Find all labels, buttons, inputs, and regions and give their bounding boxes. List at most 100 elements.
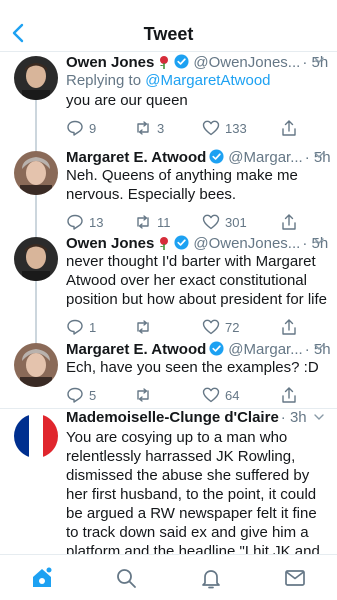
author-handle: @OwenJones... bbox=[193, 54, 301, 71]
tweet-body: Owen Jones @OwenJones... · 5h Replying t… bbox=[66, 52, 331, 138]
tweet-body: Mademoiselle-Clunge d'Claire · 3h You ar… bbox=[66, 409, 331, 554]
chevron-down-icon[interactable] bbox=[313, 54, 325, 66]
like-button[interactable]: 301 bbox=[202, 213, 270, 231]
avatar[interactable] bbox=[14, 343, 58, 387]
thread-connector bbox=[35, 195, 37, 233]
tweet-body: Owen Jones @OwenJones... · 5h never thou… bbox=[66, 233, 331, 337]
tweet[interactable]: Mademoiselle-Clunge d'Claire · 3h You ar… bbox=[0, 409, 337, 554]
page-title: Tweet bbox=[143, 24, 194, 44]
reply-context: Replying to @MargaretAtwood bbox=[66, 71, 331, 90]
bottom-tab-bar bbox=[0, 554, 337, 600]
heart-icon bbox=[202, 387, 220, 403]
like-button[interactable]: 133 bbox=[202, 119, 270, 137]
retweet-button[interactable] bbox=[134, 386, 202, 404]
retweet-icon bbox=[137, 320, 149, 334]
retweet-icon bbox=[137, 121, 149, 135]
tweet-time: · 3h bbox=[280, 409, 307, 426]
tweet-header: Margaret E. Atwood @Margar... · 5h bbox=[66, 339, 331, 359]
rose-icon bbox=[160, 237, 169, 250]
tweet[interactable]: Owen Jones @OwenJones... · 5h Replying t… bbox=[0, 52, 337, 147]
retweet-count: 11 bbox=[157, 214, 171, 230]
author-handle: @OwenJones... bbox=[193, 235, 301, 252]
chevron-down-icon[interactable] bbox=[313, 411, 325, 423]
author-name[interactable]: Margaret E. Atwood bbox=[66, 341, 206, 359]
tweet-text: you are our queen bbox=[66, 92, 188, 109]
like-count: 133 bbox=[225, 120, 247, 136]
heart-icon bbox=[202, 120, 220, 136]
reply-count: 9 bbox=[89, 120, 97, 136]
reply-count: 5 bbox=[89, 387, 97, 403]
like-button[interactable]: 72 bbox=[202, 318, 270, 336]
like-button[interactable]: 64 bbox=[202, 386, 270, 404]
rose-icon bbox=[160, 56, 169, 69]
reply-button[interactable]: 1 bbox=[66, 318, 134, 336]
chevron-down-icon[interactable] bbox=[313, 235, 325, 247]
chevron-down-icon[interactable] bbox=[313, 149, 325, 161]
tweet[interactable]: Owen Jones @OwenJones... · 5h never thou… bbox=[0, 233, 337, 339]
like-count: 72 bbox=[225, 319, 240, 335]
share-icon bbox=[282, 319, 296, 335]
reply-count: 1 bbox=[89, 319, 97, 335]
author-name[interactable]: Owen Jones bbox=[66, 54, 154, 72]
share-button[interactable] bbox=[280, 119, 310, 137]
retweet-button[interactable] bbox=[134, 318, 202, 336]
heart-icon bbox=[202, 319, 220, 335]
mention-link[interactable]: @MargaretAtwood bbox=[145, 72, 270, 89]
reply-count: 13 bbox=[89, 214, 104, 230]
tab-notifications[interactable] bbox=[199, 566, 223, 590]
tab-home[interactable] bbox=[30, 566, 54, 590]
avatar[interactable] bbox=[14, 151, 58, 195]
tab-messages[interactable] bbox=[283, 566, 307, 590]
retweet-icon bbox=[137, 215, 149, 229]
top-bar: Tweet bbox=[0, 0, 337, 52]
tab-search[interactable] bbox=[114, 566, 138, 590]
reply-button[interactable]: 13 bbox=[66, 213, 134, 231]
like-count: 64 bbox=[225, 387, 240, 403]
share-button[interactable] bbox=[280, 318, 310, 336]
tweet-body: Margaret E. Atwood @Margar... · 5h Neh. … bbox=[66, 147, 331, 232]
reply-icon bbox=[67, 387, 83, 403]
tweet-header: Owen Jones @OwenJones... · 5h bbox=[66, 233, 331, 253]
reply-icon bbox=[67, 319, 83, 335]
retweet-button[interactable]: 11 bbox=[134, 213, 202, 231]
tweet-header: Margaret E. Atwood @Margar... · 5h bbox=[66, 147, 331, 167]
share-button[interactable] bbox=[280, 386, 310, 404]
tweet-text: Neh. Queens of anything make me nervous.… bbox=[66, 167, 298, 203]
home-icon bbox=[33, 567, 52, 587]
tweet-actions: 13 11 301 bbox=[66, 212, 331, 232]
reply-icon bbox=[67, 214, 83, 230]
tweet-actions: 1 72 bbox=[66, 317, 331, 337]
avatar[interactable] bbox=[14, 56, 58, 100]
tweet-actions: 5 64 bbox=[66, 385, 331, 405]
reply-icon bbox=[67, 120, 83, 136]
author-handle: @Margar... bbox=[228, 341, 303, 358]
tweet-thread: Owen Jones @OwenJones... · 5h Replying t… bbox=[0, 52, 337, 554]
avatar[interactable] bbox=[14, 414, 58, 458]
author-name[interactable]: Owen Jones bbox=[66, 235, 154, 253]
reply-button[interactable]: 9 bbox=[66, 119, 134, 137]
share-icon bbox=[282, 120, 296, 136]
thread-connector bbox=[35, 96, 37, 147]
tweet-actions: 9 3 133 bbox=[66, 118, 331, 138]
tweet-body: Margaret E. Atwood @Margar... · 5h Ech, … bbox=[66, 339, 331, 405]
french-flag-avatar bbox=[14, 414, 58, 458]
thread-connector bbox=[35, 281, 37, 339]
verified-icon bbox=[209, 149, 224, 164]
tweet-text: never thought I'd barter with Margaret A… bbox=[66, 253, 327, 308]
reply-button[interactable]: 5 bbox=[66, 386, 134, 404]
chevron-down-icon[interactable] bbox=[313, 341, 325, 353]
envelope-icon bbox=[285, 570, 305, 586]
tweet-text: You are cosying up to a man who relentle… bbox=[66, 429, 320, 554]
avatar[interactable] bbox=[14, 237, 58, 281]
tweet[interactable]: Margaret E. Atwood @Margar... · 5h Ech, … bbox=[0, 339, 337, 409]
share-button[interactable] bbox=[280, 213, 310, 231]
author-name[interactable]: Mademoiselle-Clunge d'Claire bbox=[66, 409, 279, 427]
author-handle: @Margar... bbox=[228, 149, 303, 166]
author-name[interactable]: Margaret E. Atwood bbox=[66, 149, 206, 167]
retweet-button[interactable]: 3 bbox=[134, 119, 202, 137]
share-icon bbox=[282, 214, 296, 230]
share-icon bbox=[282, 387, 296, 403]
retweet-icon bbox=[137, 388, 149, 402]
tweet[interactable]: Margaret E. Atwood @Margar... · 5h Neh. … bbox=[0, 147, 337, 233]
verified-icon bbox=[209, 341, 224, 356]
